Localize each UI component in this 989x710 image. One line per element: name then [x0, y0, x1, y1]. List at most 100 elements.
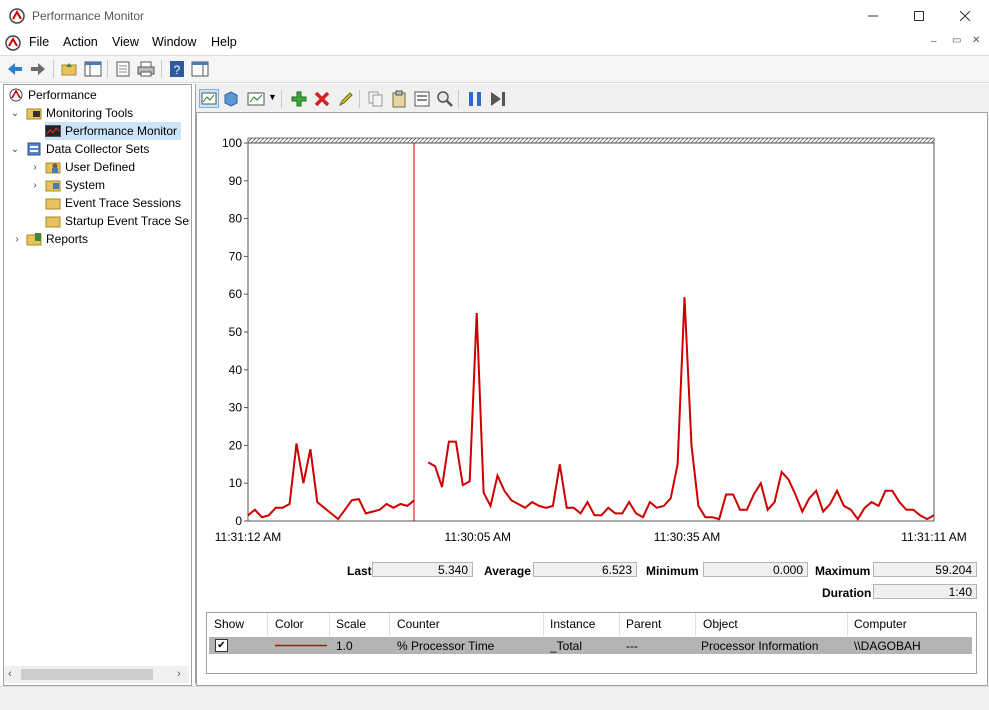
object-cell: Processor Information	[701, 639, 819, 653]
back-arrow-icon[interactable]	[6, 60, 24, 78]
expand-chevron-icon[interactable]: ›	[30, 181, 40, 191]
scroll-right-icon[interactable]: ›	[177, 668, 181, 680]
last-label: Last	[347, 564, 372, 578]
tree-item-event-trace-sessions[interactable]: Event Trace Sessions	[45, 194, 181, 212]
tree-label: Performance Monitor	[65, 124, 178, 138]
menu-view[interactable]: View	[112, 35, 139, 49]
toolbar-separator	[53, 60, 54, 78]
toolbar-separator	[281, 90, 282, 108]
console-tree: Performance ⌄ Monitoring Tools Performan…	[3, 84, 192, 686]
help-icon[interactable]: ?	[168, 60, 186, 78]
menu-window[interactable]: Window	[152, 35, 196, 49]
performance-doc-icon[interactable]	[5, 35, 21, 51]
window-title: Performance Monitor	[32, 9, 145, 23]
column-divider[interactable]	[389, 613, 390, 636]
tree-item-startup-event-trace-sessions[interactable]: Startup Event Trace Sessions	[45, 212, 190, 230]
show-action-pane-icon[interactable]	[191, 60, 209, 78]
show-checkbox[interactable]: ✔	[215, 639, 228, 652]
scroll-left-icon[interactable]: ‹	[8, 668, 12, 680]
expand-chevron-icon[interactable]: ›	[12, 235, 22, 245]
tree-label: Performance	[28, 88, 97, 102]
y-tick-label: 0	[235, 514, 242, 528]
y-tick-label: 90	[229, 174, 243, 188]
mdi-minimize-button[interactable]: –	[931, 36, 937, 47]
minimum-value: 0.000	[703, 562, 808, 577]
column-divider[interactable]	[543, 613, 544, 636]
y-tick-label: 70	[229, 249, 243, 263]
duration-label: Duration	[822, 586, 872, 600]
performance-icon	[9, 88, 23, 102]
view-log-data-icon[interactable]	[222, 90, 240, 108]
tree-horizontal-scrollbar[interactable]: ‹ ›	[4, 666, 189, 683]
parent-cell: ---	[626, 639, 638, 653]
copy-properties-icon[interactable]	[367, 90, 385, 108]
collapse-chevron-icon[interactable]: ⌄	[10, 145, 20, 155]
column-divider[interactable]	[619, 613, 620, 636]
dropdown-arrow-icon[interactable]: ▼	[268, 92, 277, 102]
column-divider[interactable]	[267, 613, 268, 636]
column-header-color[interactable]: Color	[275, 617, 304, 631]
column-header-computer[interactable]: Computer	[854, 617, 907, 631]
up-folder-icon[interactable]	[60, 60, 78, 78]
tree-label: User Defined	[65, 160, 136, 174]
scroll-thumb[interactable]	[21, 669, 153, 680]
y-tick-label: 20	[229, 438, 243, 452]
properties-icon[interactable]	[413, 90, 431, 108]
toolbar-separator	[107, 60, 108, 78]
show-hide-console-tree-icon[interactable]	[84, 60, 102, 78]
tree-item-monitoring-tools[interactable]: Monitoring Tools	[26, 104, 133, 122]
column-header-scale[interactable]: Scale	[336, 617, 366, 631]
zoom-icon[interactable]	[436, 90, 454, 108]
column-header-object[interactable]: Object	[703, 617, 738, 631]
change-graph-type-icon[interactable]	[247, 90, 265, 108]
column-divider[interactable]	[695, 613, 696, 636]
add-counter-icon[interactable]	[290, 90, 308, 108]
reports-icon	[26, 233, 42, 246]
maximize-button[interactable]	[896, 0, 942, 32]
minimize-button[interactable]	[850, 0, 896, 32]
close-button[interactable]	[942, 0, 988, 32]
counter-legend-table: Show Color Scale Counter Instance Parent…	[206, 612, 977, 674]
y-tick-label: 60	[229, 287, 243, 301]
paste-counter-list-icon[interactable]	[390, 90, 408, 108]
column-header-instance[interactable]: Instance	[550, 617, 595, 631]
menu-help[interactable]: Help	[211, 35, 237, 49]
toolbar-separator	[458, 90, 459, 108]
tree-item-performance[interactable]: Performance	[8, 86, 97, 104]
y-tick-label: 100	[222, 136, 242, 150]
freeze-display-icon[interactable]	[466, 90, 484, 108]
tree-item-performance-monitor[interactable]: Performance Monitor	[45, 122, 182, 140]
graph-toolbar: ▼	[196, 86, 986, 111]
folder-user-icon	[45, 162, 61, 174]
tree-label: Startup Event Trace Sessions	[65, 214, 190, 228]
print-icon[interactable]	[137, 60, 155, 78]
table-row[interactable]: ✔ 1.0 % Processor Time _Total --- Proces…	[209, 637, 972, 654]
y-tick-label: 80	[229, 212, 243, 226]
update-data-icon[interactable]	[489, 90, 507, 108]
tree-item-user-defined[interactable]: User Defined	[45, 158, 135, 176]
highlight-icon[interactable]	[337, 90, 355, 108]
mdi-restore-button[interactable]: ▭	[952, 35, 961, 46]
column-header-counter[interactable]: Counter	[397, 617, 440, 631]
toolbar-separator	[359, 90, 360, 108]
folder-tools-icon	[26, 108, 42, 120]
expand-chevron-icon[interactable]: ›	[30, 163, 40, 173]
y-tick-label: 10	[229, 476, 243, 490]
column-divider[interactable]	[847, 613, 848, 636]
column-header-parent[interactable]: Parent	[626, 617, 661, 631]
menu-action[interactable]: Action	[63, 35, 98, 49]
view-current-activity-icon[interactable]	[199, 89, 219, 108]
delete-counter-icon[interactable]	[313, 90, 331, 108]
average-value: 6.523	[533, 562, 637, 577]
collapse-chevron-icon[interactable]: ⌄	[10, 109, 20, 119]
tree-item-data-collector-sets[interactable]: Data Collector Sets	[26, 140, 149, 158]
menu-file[interactable]: File	[29, 35, 49, 49]
column-header-show[interactable]: Show	[214, 617, 244, 631]
column-divider[interactable]	[329, 613, 330, 636]
tree-item-system[interactable]: System	[45, 176, 105, 194]
mdi-close-button[interactable]: ✕	[972, 35, 980, 46]
tree-item-reports[interactable]: Reports	[26, 230, 88, 248]
forward-arrow-icon[interactable]	[29, 60, 47, 78]
properties-icon[interactable]	[114, 60, 132, 78]
x-tick-label: 11:31:12 AM	[215, 530, 282, 544]
